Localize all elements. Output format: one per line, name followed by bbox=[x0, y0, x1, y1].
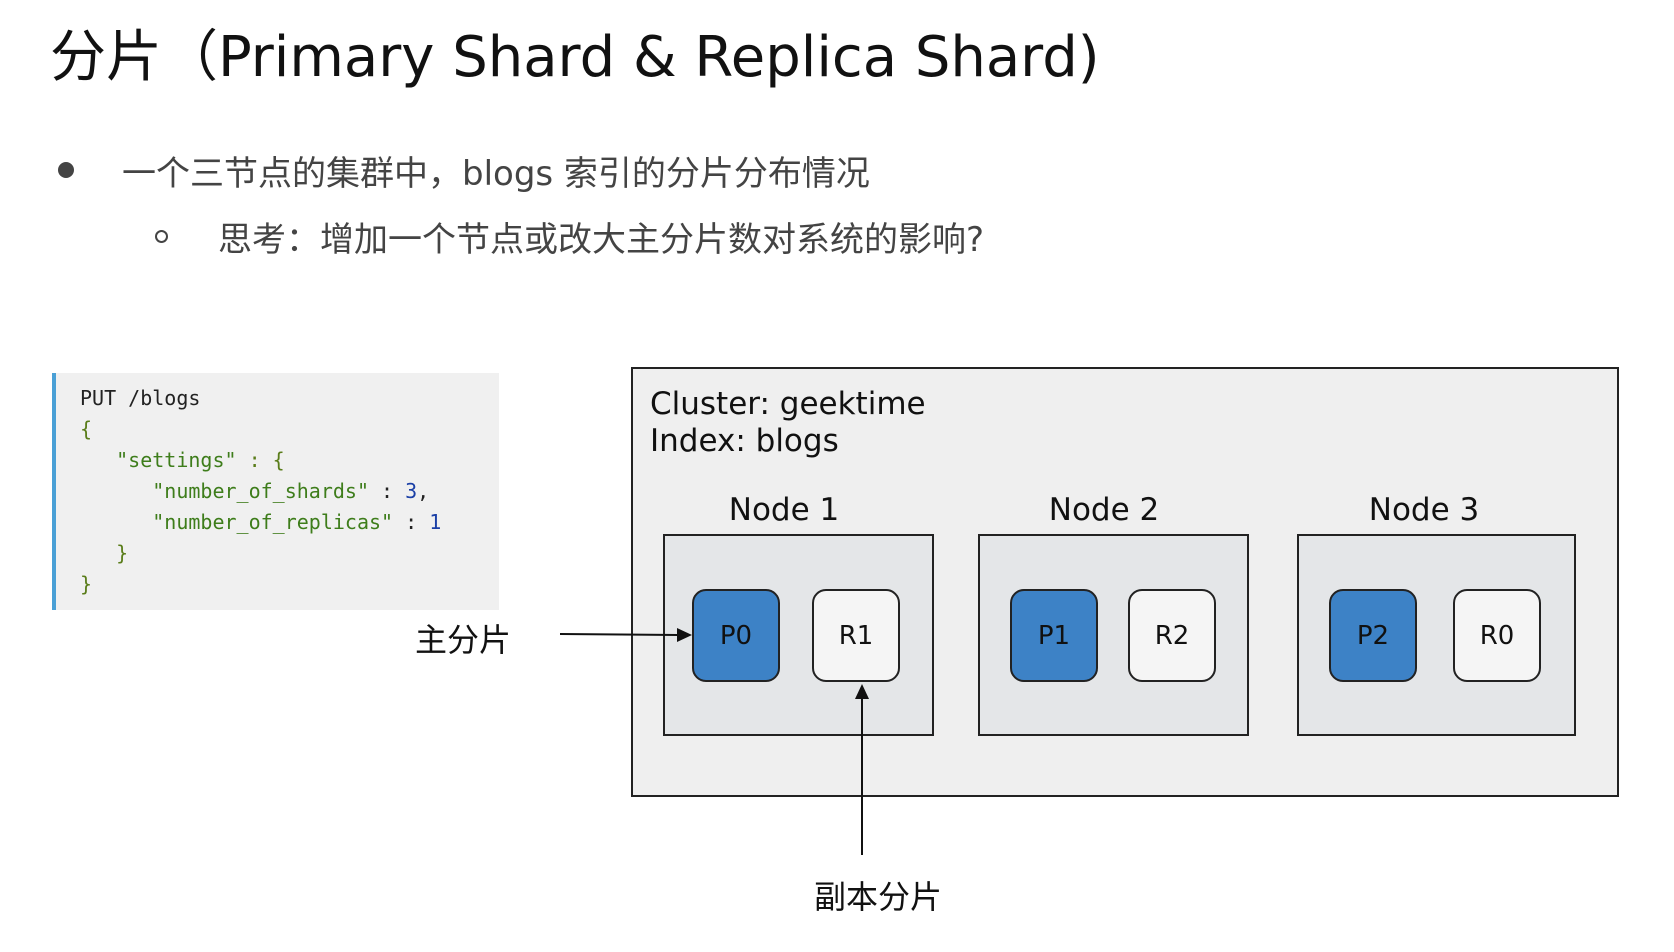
connector-arrows bbox=[559, 628, 869, 855]
replica-arrow-head-icon bbox=[855, 684, 869, 699]
primary-arrow-head-icon bbox=[677, 628, 692, 642]
primary-arrow-line bbox=[559, 633, 679, 636]
